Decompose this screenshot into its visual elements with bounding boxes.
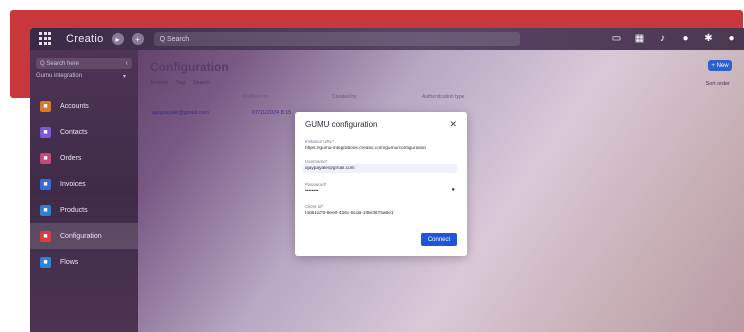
sidebar-item-products[interactable]: ■ Products [30,197,138,223]
sidebar-item-invoices[interactable]: ■ Invoices [30,171,138,197]
filter-bar: Actions Tag Search [150,80,210,86]
column-header[interactable]: Authentication type [422,94,512,100]
help-icon[interactable]: ● [679,32,692,45]
sidebar-item-configuration[interactable]: ■ Configuration [30,223,138,249]
contacts-icon: ■ [40,126,51,138]
settings-icon[interactable]: ✱ [702,32,715,45]
sidebar-item-label: Flows [60,258,79,266]
connect-button[interactable]: Connect [421,233,457,246]
sidebar-item-label: Products [60,206,88,214]
cell-username[interactable]: ajaypayale@gmail.com [152,110,252,116]
chevron-down-icon: ▾ [122,74,126,80]
global-search-input[interactable]: Q Search [153,32,520,46]
sidebar-search-placeholder: Q Search here [40,60,80,67]
back-icon[interactable]: ▸ [111,33,124,45]
app-launcher-icon[interactable] [38,31,54,47]
workspace-selector[interactable]: Gumu integration ▾ [36,73,132,83]
app-logo: Creatio [66,33,104,45]
grid-icon[interactable]: ▦ [633,32,646,45]
username-label: Username* [305,159,328,164]
username-field[interactable]: ajaypayale@gmail.com [305,166,455,171]
page-title: Configuration [150,60,229,74]
instance-url-field[interactable]: https://gumu-integrations.creatio.com/gu… [305,146,455,151]
gumu-configuration-dialog: GUMU configuration ✕ Instance URL* https… [295,112,467,256]
sidebar-item-label: Invoices [60,180,86,188]
top-bar: Creatio ▸ + Q Search ▭ ▦ ♪ ● ✱ ● [30,28,744,50]
configuration-icon: ■ [40,230,51,242]
tag-filter[interactable]: Tag [176,80,185,86]
new-button[interactable]: + New [708,60,732,71]
close-icon[interactable]: ✕ [449,119,457,130]
accounts-icon: ■ [40,100,51,112]
actions-filter[interactable]: Actions [150,80,168,86]
dialog-title: GUMU configuration [305,120,378,129]
workspace-label: Gumu integration [36,73,83,79]
sidebar-item-label: Configuration [60,232,102,240]
password-label: Password* [305,182,327,187]
products-icon: ■ [40,204,51,216]
client-id-field[interactable]: f4d61a78-9ee0-426c-8cda-1f9e3675a8e1 [305,211,455,216]
user-icon[interactable]: ● [725,32,738,45]
search-filter[interactable]: Search [193,80,210,86]
sidebar-item-accounts[interactable]: ■ Accounts [30,93,138,119]
flows-icon: ■ [40,256,51,268]
password-field[interactable]: •••••••• [305,189,455,194]
client-id-label: Client Id* [305,204,324,209]
sort-dropdown[interactable]: Sort order [706,81,730,87]
add-icon[interactable]: + [131,33,144,45]
orders-icon: ■ [40,152,51,164]
video-icon[interactable]: ▭ [610,32,623,45]
sidebar-item-label: Contacts [60,128,88,136]
sidebar-item-flows[interactable]: ■ Flows [30,249,138,275]
column-header[interactable]: Username [152,94,242,100]
column-header[interactable]: Created by [332,94,422,100]
column-header[interactable]: Modified on [242,94,332,100]
instance-url-label: Instance URL* [305,139,335,144]
show-password-icon[interactable]: ● [451,187,455,193]
sidebar-search-input[interactable]: Q Search here ‹ [36,58,132,69]
sidebar-item-orders[interactable]: ■ Orders [30,145,138,171]
invoices-icon: ■ [40,178,51,190]
sidebar-item-label: Accounts [60,102,89,110]
sidebar: Q Search here ‹ Gumu integration ▾ ■ Acc… [30,50,138,332]
table-header: Username Modified on Created by Authenti… [152,94,730,100]
bell-icon[interactable]: ♪ [656,32,669,45]
sidebar-item-contacts[interactable]: ■ Contacts [30,119,138,145]
collapse-icon[interactable]: ‹ [126,60,128,67]
sidebar-item-label: Orders [60,154,82,162]
